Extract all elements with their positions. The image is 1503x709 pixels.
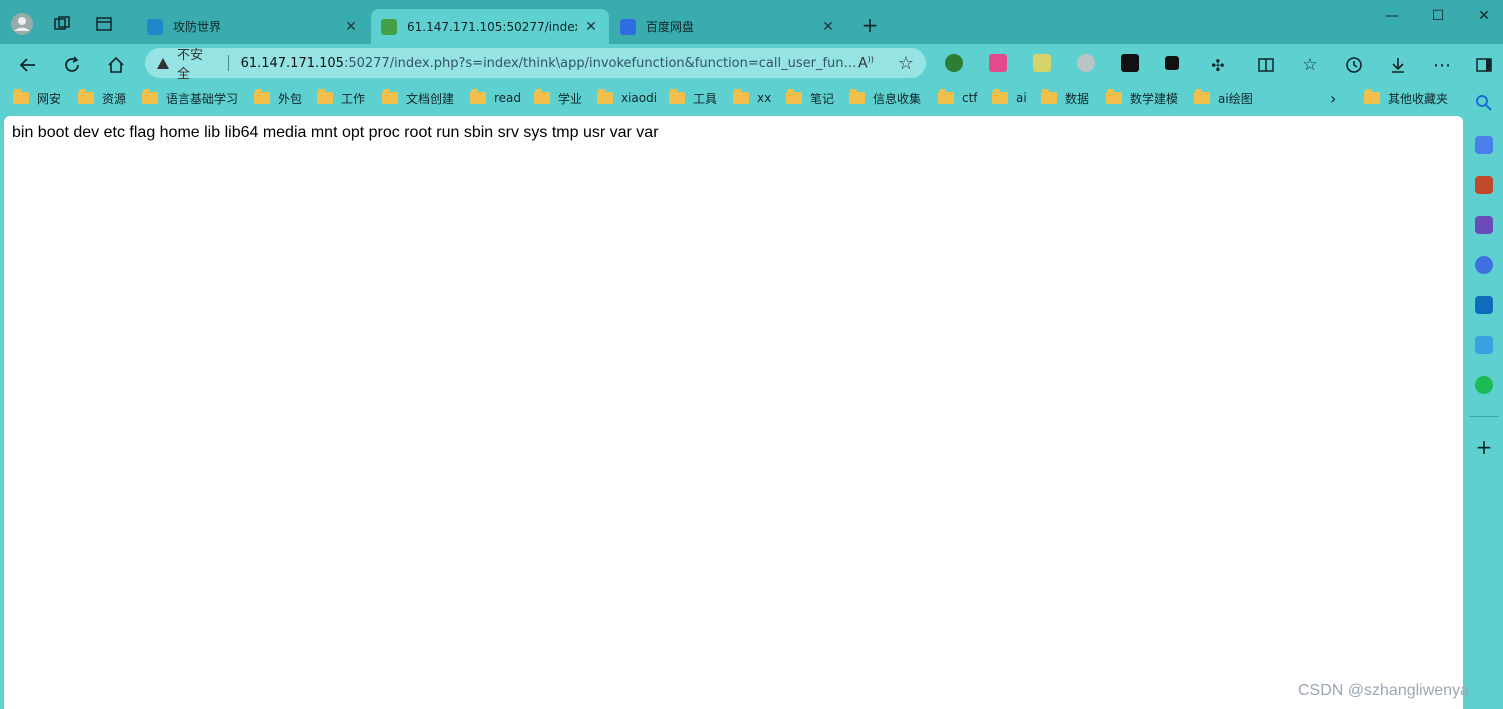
www-extension-icon[interactable] (1033, 54, 1051, 72)
insecure-label: 不安全 (177, 48, 204, 82)
translate-extension-icon[interactable] (989, 54, 1007, 72)
profile-icon[interactable] (8, 10, 36, 38)
url-host: 61.147.171.105 (240, 55, 344, 71)
tab-favicon-icon (147, 18, 163, 35)
tab-title: 百度网盘 (646, 20, 695, 34)
folder-icon (142, 89, 158, 104)
downloads-icon[interactable] (1383, 50, 1413, 80)
folder-icon (534, 89, 550, 104)
chevron-right-icon[interactable]: › (1330, 88, 1336, 108)
home-icon[interactable] (101, 50, 131, 80)
divider (1469, 416, 1499, 417)
divider (227, 55, 229, 71)
command-output: bin boot dev etc flag home lib lib64 med… (12, 124, 659, 141)
search-icon[interactable] (1475, 94, 1493, 112)
spotify-icon[interactable] (1475, 376, 1493, 394)
bookmark-folder[interactable]: 资源 (78, 88, 126, 108)
toolbox-icon[interactable] (1475, 176, 1493, 194)
more-icon[interactable]: ⋯ (1427, 50, 1457, 80)
bookmark-folder[interactable]: 语言基础学习 (142, 88, 238, 108)
bookmark-other-folder[interactable]: 其他收藏夹 (1364, 88, 1448, 108)
new-tab-button[interactable]: + (858, 14, 882, 38)
folder-icon (849, 89, 865, 104)
close-window-button[interactable]: ✕ (1464, 8, 1503, 30)
telegram-icon[interactable] (1475, 336, 1493, 354)
tab-close-icon[interactable]: ✕ (343, 19, 359, 35)
tag-icon[interactable] (1475, 136, 1493, 154)
folder-icon (1364, 89, 1380, 104)
tab-title: 61.147.171.105:50277/index.php?s=i (407, 19, 577, 34)
tab-gongfang[interactable]: 攻防世界 ✕ (137, 9, 369, 44)
bookmark-folder[interactable]: ai绘图 (1194, 88, 1253, 108)
copilot-icon[interactable] (1475, 256, 1493, 274)
bookmarks-bar: 网安 资源 语言基础学习 外包 工作 文档创建 read 学业 xiaodi 工… (0, 86, 1460, 110)
folder-icon (669, 89, 685, 104)
history-icon[interactable] (1339, 50, 1369, 80)
tab-close-icon[interactable]: ✕ (820, 19, 836, 35)
extensions-icon[interactable]: ✣ (1203, 50, 1233, 80)
tab-close-icon[interactable]: ✕ (583, 19, 599, 35)
games-icon[interactable] (1475, 216, 1493, 234)
tab-actions-icon[interactable] (90, 10, 118, 38)
favorite-star-icon[interactable]: ☆ (898, 53, 914, 74)
gear-extension-icon[interactable] (1077, 54, 1095, 72)
address-bar[interactable]: 不安全 61.147.171.105 :50277/index.php?s=in… (145, 48, 926, 82)
folder-icon (1041, 89, 1057, 104)
add-sidebar-app-icon[interactable]: + (1475, 437, 1493, 457)
sidebar-toggle-icon[interactable] (1469, 50, 1499, 80)
bookmark-folder[interactable]: 数据 (1041, 88, 1089, 108)
folder-icon (938, 89, 954, 104)
folder-icon (992, 89, 1008, 104)
tab-favicon-icon (381, 18, 397, 35)
folder-icon (254, 89, 270, 104)
split-screen-icon[interactable] (1251, 50, 1281, 80)
favorites-icon[interactable]: ☆ (1295, 50, 1325, 80)
bookmark-folder[interactable]: 外包 (254, 88, 302, 108)
folder-icon (382, 89, 398, 104)
warning-icon (157, 57, 169, 69)
bookmark-folder[interactable]: read (470, 88, 521, 108)
bookmark-folder[interactable]: xx (733, 88, 771, 108)
read-aloud-icon[interactable]: A)) (858, 55, 874, 72)
toolbar: 不安全 61.147.171.105 :50277/index.php?s=in… (0, 44, 1503, 84)
folder-icon (597, 89, 613, 104)
page-viewport: bin boot dev etc flag home lib lib64 med… (4, 116, 1463, 709)
bookmark-folder[interactable]: xiaodi (597, 88, 657, 108)
bookmark-folder[interactable]: 笔记 (786, 88, 834, 108)
bookmark-folder[interactable]: 工具 (669, 88, 717, 108)
bookmark-folder[interactable]: 网安 (13, 88, 61, 108)
edge-sidebar: + (1463, 84, 1503, 709)
globe-extension-icon[interactable] (945, 54, 963, 72)
bookmark-folder[interactable]: 工作 (317, 88, 365, 108)
folder-icon (317, 89, 333, 104)
title-bar: 攻防世界 ✕ 61.147.171.105:50277/index.php?s=… (0, 0, 1503, 44)
watermark: CSDN @szhangliwenya (1298, 682, 1469, 699)
bookmark-folder[interactable]: ai (992, 88, 1027, 108)
minimize-button[interactable]: — (1372, 8, 1412, 30)
tab-baidu-pan[interactable]: 百度网盘 ✕ (610, 9, 846, 44)
bookmark-folder[interactable]: 信息收集 (849, 88, 921, 108)
eyes-extension-icon[interactable] (1121, 54, 1139, 72)
bookmark-folder[interactable]: 数学建模 (1106, 88, 1178, 108)
folder-icon (786, 89, 802, 104)
folder-icon (733, 89, 749, 104)
folder-icon (78, 89, 94, 104)
workspaces-icon[interactable] (48, 10, 76, 38)
bookmark-folder[interactable]: ctf (938, 88, 978, 108)
tab-favicon-icon (620, 18, 636, 35)
bookmark-folder[interactable]: 文档创建 (382, 88, 454, 108)
h-extension-icon[interactable] (1165, 56, 1179, 70)
folder-icon (13, 89, 29, 104)
back-icon[interactable] (13, 50, 43, 80)
refresh-icon[interactable] (57, 50, 87, 80)
outlook-icon[interactable] (1475, 296, 1493, 314)
folder-icon (470, 89, 486, 104)
folder-icon (1106, 89, 1122, 104)
url-path: :50277/index.php?s=index/think\app/invok… (343, 55, 859, 71)
tab-index-php[interactable]: 61.147.171.105:50277/index.php?s=i ✕ (371, 9, 609, 44)
folder-icon (1194, 89, 1210, 104)
tab-title: 攻防世界 (173, 20, 222, 34)
bookmark-folder[interactable]: 学业 (534, 88, 582, 108)
maximize-button[interactable]: ☐ (1418, 8, 1458, 30)
